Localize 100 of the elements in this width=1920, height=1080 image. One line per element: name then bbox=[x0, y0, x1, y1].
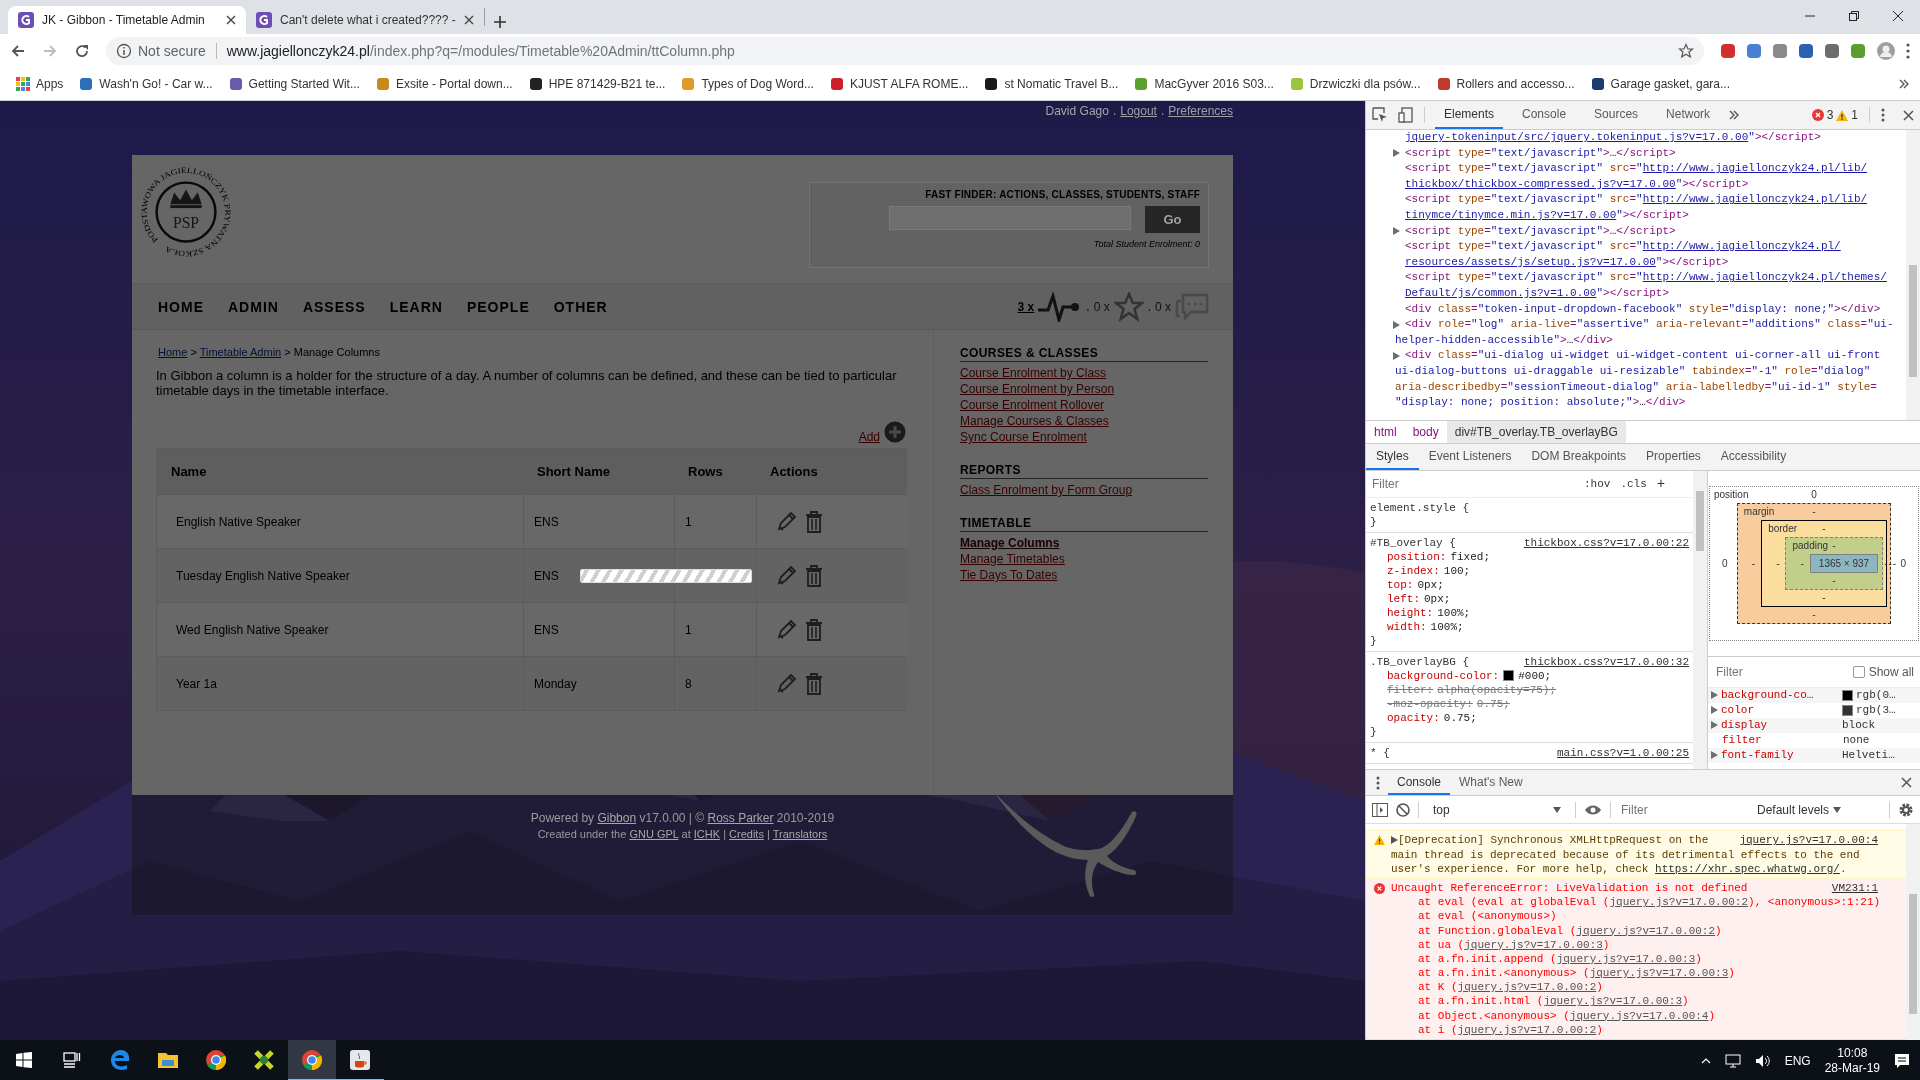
address-bar[interactable]: Not secure www.jagiellonczyk24.pl/index.php?q=/modules/Timetable%20Admin/ttColumn.php bbox=[106, 37, 1704, 65]
message-link[interactable]: jquery.js?v=17.0.00:2 bbox=[1457, 1023, 1597, 1036]
delete-icon[interactable] bbox=[805, 672, 823, 695]
notification-icon[interactable] bbox=[1894, 1052, 1910, 1069]
new-tab-icon[interactable] bbox=[493, 15, 507, 29]
message-link[interactable]: jquery.js?v=17.0.00:2 bbox=[1457, 981, 1597, 994]
expand-arrow-icon[interactable] bbox=[1393, 227, 1400, 236]
expand-arrow-icon[interactable] bbox=[1391, 836, 1398, 845]
breadcrumb-item[interactable]: body bbox=[1404, 420, 1447, 443]
bookmark[interactable]: MacGyver 2016 S03... bbox=[1128, 74, 1280, 94]
extension-icon[interactable] bbox=[1746, 43, 1762, 59]
levels-dropdown[interactable]: Default levels bbox=[1751, 801, 1848, 818]
menu-icon[interactable] bbox=[1906, 43, 1910, 59]
browser-tab[interactable]: Can't delete what i created???? - bbox=[246, 6, 484, 34]
go-button[interactable]: Go bbox=[1145, 206, 1200, 233]
source-link[interactable]: main.css?v=1.0.00:25 bbox=[1556, 745, 1689, 760]
footer-link[interactable]: Ross Parker bbox=[707, 811, 774, 825]
edit-icon[interactable] bbox=[775, 510, 797, 533]
edit-icon[interactable] bbox=[775, 564, 797, 587]
bookmark[interactable]: HPE 871429-B21 te... bbox=[522, 74, 672, 94]
footer-link[interactable]: Translators bbox=[772, 828, 828, 840]
footer-link[interactable]: ICHK bbox=[693, 828, 721, 840]
styles-tab[interactable]: Styles bbox=[1366, 443, 1419, 470]
code-link[interactable]: thickbox/thickbox-compressed.js?v=17.0.00 bbox=[1405, 177, 1676, 190]
add-icon[interactable] bbox=[884, 421, 906, 443]
expand-arrow-icon[interactable] bbox=[1393, 320, 1400, 329]
breadcrumb-item[interactable]: html bbox=[1366, 420, 1405, 443]
devtools-tab[interactable]: Console bbox=[1513, 101, 1576, 129]
bookmark[interactable]: KJUST ALFA ROME... bbox=[823, 74, 975, 94]
expand-arrow-icon[interactable] bbox=[1393, 149, 1400, 158]
expand-arrow-icon[interactable] bbox=[1711, 706, 1718, 715]
code-link[interactable]: http://www.jagiellonczyk24.pl/lib/ bbox=[1642, 162, 1868, 175]
more-icon[interactable] bbox=[1376, 775, 1380, 790]
bookmark[interactable]: Garage gasket, gara... bbox=[1584, 74, 1736, 94]
extension-icon[interactable] bbox=[1720, 43, 1736, 59]
source-link[interactable]: thickbox.css?v=17.0.00:32 bbox=[1523, 654, 1689, 669]
footer-link[interactable]: Credits bbox=[729, 828, 764, 840]
code-link[interactable]: tinymce/tinymce.min.js?v=17.0.00 bbox=[1405, 208, 1617, 221]
bookmark[interactable]: Wash'n Go! - Car w... bbox=[73, 74, 219, 94]
message-link[interactable]: jquery.js?v=17.0.00:3 bbox=[1464, 938, 1603, 951]
bookmark-star-icon[interactable] bbox=[1678, 43, 1694, 59]
restore-icon[interactable] bbox=[1849, 11, 1859, 21]
more-bookmarks-icon[interactable] bbox=[1898, 78, 1910, 90]
bookmark[interactable]: Types of Dog Word... bbox=[675, 74, 820, 94]
message-link[interactable]: jquery.js?v=17.0.00:4 bbox=[1569, 1009, 1709, 1022]
extension-icon[interactable] bbox=[1824, 43, 1840, 59]
reload-icon[interactable] bbox=[74, 43, 90, 59]
eye-icon[interactable] bbox=[1584, 803, 1602, 816]
breadcrumb-item[interactable]: div#TB_overlay.TB_overlayBG bbox=[1446, 420, 1626, 443]
clear-icon[interactable] bbox=[1396, 802, 1410, 817]
language-indicator[interactable]: ENG bbox=[1784, 1053, 1811, 1068]
code-link[interactable]: http://www.jagiellonczyk24.pl/ bbox=[1642, 240, 1841, 253]
task-view-icon[interactable] bbox=[63, 1051, 81, 1068]
clock-time[interactable]: 10:08 bbox=[1837, 1045, 1868, 1061]
extension-icon[interactable] bbox=[1772, 43, 1788, 59]
close-icon[interactable] bbox=[226, 15, 236, 25]
extension-icon[interactable] bbox=[1850, 43, 1866, 59]
delete-icon[interactable] bbox=[805, 618, 823, 641]
styles-tab[interactable]: Properties bbox=[1636, 443, 1711, 470]
message-link[interactable]: jquery.js?v=17.0.00:2 bbox=[1576, 924, 1716, 937]
bookmark[interactable]: st Nomatic Travel B... bbox=[978, 74, 1125, 94]
bookmark[interactable]: Apps bbox=[10, 74, 70, 94]
more-icon[interactable] bbox=[1881, 108, 1885, 122]
bookmark[interactable]: Rollers and accesso... bbox=[1430, 74, 1581, 94]
cls-toggle[interactable]: .cls bbox=[1620, 477, 1647, 490]
network-icon[interactable] bbox=[1724, 1053, 1741, 1068]
profile-icon[interactable] bbox=[1876, 41, 1896, 61]
sidebar-link[interactable]: Manage Columns bbox=[960, 535, 1208, 551]
devtools-tab[interactable]: Sources bbox=[1585, 101, 1648, 129]
delete-icon[interactable] bbox=[805, 564, 823, 587]
code-link[interactable]: http://www.jagiellonczyk24.pl/themes/ bbox=[1642, 271, 1887, 284]
message-link[interactable]: jquery.js?v=17.0.00:3 bbox=[1589, 967, 1729, 980]
close-icon[interactable] bbox=[1893, 11, 1903, 21]
sidebar-toggle-icon[interactable] bbox=[1372, 802, 1388, 817]
close-icon[interactable] bbox=[1901, 777, 1912, 789]
close-icon[interactable] bbox=[464, 15, 474, 25]
taskbar-button[interactable] bbox=[288, 1040, 336, 1080]
settings-icon[interactable] bbox=[1898, 801, 1914, 818]
scrollbar-thumb[interactable] bbox=[1909, 265, 1917, 377]
checkbox[interactable] bbox=[1852, 665, 1865, 678]
device-icon[interactable] bbox=[1398, 107, 1414, 123]
expand-arrow-icon[interactable] bbox=[1711, 691, 1718, 700]
user-link[interactable]: Preferences bbox=[1168, 104, 1233, 155]
more-tabs-icon[interactable] bbox=[1729, 110, 1740, 120]
message-link[interactable]: jquery.js?v=17.0.00:3 bbox=[1543, 995, 1683, 1008]
source-link[interactable]: VM231:1 bbox=[1831, 880, 1878, 896]
drawer-tab[interactable]: What's New bbox=[1450, 770, 1532, 796]
scrollbar-thumb[interactable] bbox=[1909, 894, 1917, 1015]
java-icon[interactable] bbox=[349, 1048, 371, 1071]
expand-arrow-icon[interactable] bbox=[1711, 751, 1718, 760]
code-link[interactable]: resources/assets/js/setup.js?v=17.0.00 bbox=[1405, 255, 1656, 268]
clock-date[interactable]: 28-Mar-19 bbox=[1824, 1060, 1880, 1076]
styles-tab[interactable]: Event Listeners bbox=[1418, 443, 1522, 470]
expand-arrow-icon[interactable] bbox=[1711, 721, 1718, 730]
delete-icon[interactable] bbox=[805, 510, 823, 533]
code-link[interactable]: http://www.jagiellonczyk24.pl/lib/ bbox=[1642, 193, 1868, 206]
devtools-tab[interactable]: Network bbox=[1657, 101, 1720, 129]
color-swatch[interactable] bbox=[1503, 670, 1515, 682]
message-link[interactable]: jquery.js?v=17.0.00:2 bbox=[1609, 896, 1749, 909]
code-link[interactable]: jquery-tokeninput/src/jquery.tokeninput.js?v=17.0.00 bbox=[1405, 131, 1749, 143]
